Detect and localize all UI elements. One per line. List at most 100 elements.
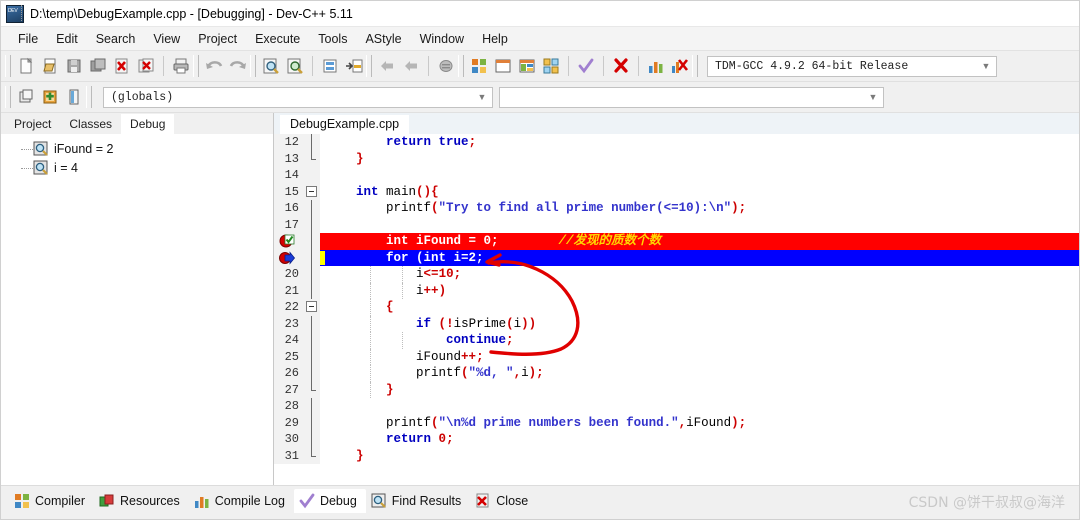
code-line-text[interactable]: for (int i=2; bbox=[320, 249, 1079, 266]
code-line-text[interactable]: return true; bbox=[320, 134, 1079, 151]
line-number-gutter[interactable]: 22 bbox=[274, 299, 304, 316]
code-line-text[interactable]: int main(){ bbox=[320, 184, 1079, 201]
line-number-gutter[interactable]: 16 bbox=[274, 200, 304, 217]
watch-item[interactable]: i = 4 bbox=[1, 158, 273, 177]
new-file-icon[interactable] bbox=[14, 54, 38, 78]
compiler-select[interactable]: TDM-GCC 4.9.2 64-bit Release ▼ bbox=[707, 55, 997, 77]
fold-column[interactable] bbox=[304, 348, 320, 365]
code-line-text[interactable]: { bbox=[320, 299, 1079, 316]
code-line-text[interactable]: } bbox=[320, 151, 1079, 168]
line-number-gutter[interactable]: 21 bbox=[274, 282, 304, 299]
code-line[interactable]: 13 } bbox=[274, 150, 1079, 168]
tab-project[interactable]: Project bbox=[5, 114, 61, 134]
line-number-gutter[interactable]: 28 bbox=[274, 398, 304, 415]
line-number-gutter[interactable] bbox=[274, 233, 304, 250]
code-line-text[interactable]: int iFound = 0; //发现的质数个数 bbox=[320, 233, 1079, 250]
code-line[interactable]: 30 return 0; bbox=[274, 431, 1079, 448]
save-all-icon[interactable] bbox=[86, 54, 110, 78]
menu-window[interactable]: Window bbox=[411, 30, 473, 48]
toolbar-grip-5[interactable] bbox=[458, 55, 464, 77]
bottom-tab-find-results[interactable]: Find Results bbox=[366, 489, 470, 513]
bottom-tab-compile-log[interactable]: Compile Log bbox=[189, 489, 294, 513]
code-line[interactable]: 12 return true; bbox=[274, 134, 1079, 151]
fold-column[interactable] bbox=[304, 266, 320, 283]
syntax-check-icon[interactable] bbox=[574, 54, 598, 78]
toolbar-grip[interactable] bbox=[5, 55, 11, 77]
stop-execution-icon[interactable] bbox=[609, 54, 633, 78]
bottom-tab-debug[interactable]: Debug bbox=[293, 489, 366, 513]
code-line[interactable]: int iFound = 0; //发现的质数个数 bbox=[274, 233, 1079, 250]
code-line[interactable]: 22 { bbox=[274, 299, 1079, 316]
line-number-gutter[interactable]: 29 bbox=[274, 414, 304, 431]
fold-column[interactable] bbox=[304, 332, 320, 349]
fold-column[interactable] bbox=[304, 365, 320, 382]
profile-icon[interactable] bbox=[644, 54, 668, 78]
add-to-project-icon[interactable] bbox=[38, 85, 62, 109]
code-line-text[interactable]: i<=10; bbox=[320, 266, 1079, 283]
close-file-icon[interactable] bbox=[110, 54, 134, 78]
code-line[interactable]: 20 i<=10; bbox=[274, 266, 1079, 283]
fold-toggle-icon[interactable] bbox=[306, 301, 317, 312]
watch-item[interactable]: iFound = 2 bbox=[1, 139, 273, 158]
find-icon[interactable] bbox=[259, 54, 283, 78]
line-number-gutter[interactable]: 13 bbox=[274, 150, 304, 167]
toolbar-grip-2[interactable] bbox=[193, 55, 199, 77]
fold-column[interactable] bbox=[304, 447, 320, 464]
code-line-text[interactable]: } bbox=[320, 381, 1079, 398]
code-line[interactable]: 21 i++) bbox=[274, 282, 1079, 299]
code-line[interactable]: 29 printf("\n%d prime numbers been found… bbox=[274, 414, 1079, 431]
close-all-icon[interactable] bbox=[134, 54, 158, 78]
delete-profile-icon[interactable] bbox=[668, 54, 692, 78]
code-line[interactable]: 26 printf("%d, ",i); bbox=[274, 365, 1079, 382]
tab-debugexample-cpp[interactable]: DebugExample.cpp bbox=[280, 115, 410, 134]
fold-column[interactable] bbox=[304, 282, 320, 299]
line-number-gutter[interactable]: 26 bbox=[274, 365, 304, 382]
code-line-text[interactable]: printf("Try to find all prime number(<=1… bbox=[320, 200, 1079, 217]
code-line[interactable]: 14 bbox=[274, 167, 1079, 184]
toggle-breakpoint-icon[interactable] bbox=[434, 54, 458, 78]
fold-column[interactable] bbox=[304, 315, 320, 332]
toolbar2-grip-2[interactable] bbox=[86, 86, 92, 108]
fold-toggle-icon[interactable] bbox=[306, 185, 317, 197]
menu-edit[interactable]: Edit bbox=[47, 30, 87, 48]
code-line-text[interactable]: if (!isPrime(i)) bbox=[320, 315, 1079, 332]
line-number-gutter[interactable]: 31 bbox=[274, 447, 304, 464]
tab-classes[interactable]: Classes bbox=[60, 114, 122, 134]
code-line-text[interactable] bbox=[320, 167, 1079, 184]
code-line[interactable]: 25 iFound++; bbox=[274, 348, 1079, 365]
goto-function-icon[interactable] bbox=[342, 54, 366, 78]
code-line[interactable]: 31 } bbox=[274, 447, 1079, 464]
code-line[interactable]: 16 printf("Try to find all prime number(… bbox=[274, 200, 1079, 217]
member-select[interactable]: ▼ bbox=[499, 86, 884, 108]
fold-column[interactable] bbox=[304, 431, 320, 448]
line-number-gutter[interactable]: 27 bbox=[274, 381, 304, 398]
back-icon[interactable] bbox=[375, 54, 399, 78]
line-number-gutter[interactable]: 14 bbox=[274, 167, 304, 184]
run-icon[interactable] bbox=[491, 54, 515, 78]
goto-line-icon[interactable] bbox=[318, 54, 342, 78]
fold-column[interactable] bbox=[304, 183, 320, 200]
menu-astyle[interactable]: AStyle bbox=[356, 30, 410, 48]
forward-icon[interactable] bbox=[399, 54, 423, 78]
redo-icon[interactable] bbox=[226, 54, 250, 78]
code-line[interactable]: 23 if (!isPrime(i)) bbox=[274, 315, 1079, 332]
line-number-gutter[interactable]: 30 bbox=[274, 431, 304, 448]
fold-column[interactable] bbox=[304, 233, 320, 250]
tab-debug[interactable]: Debug bbox=[121, 114, 175, 134]
menu-execute[interactable]: Execute bbox=[246, 30, 309, 48]
toolbar2-grip[interactable] bbox=[5, 86, 11, 108]
code-line-text[interactable] bbox=[320, 217, 1079, 234]
bottom-tab-close[interactable]: Close bbox=[470, 489, 537, 513]
line-number-gutter[interactable]: 24 bbox=[274, 332, 304, 349]
bottom-tab-compiler[interactable]: Compiler bbox=[9, 489, 94, 513]
code-line[interactable]: for (int i=2; bbox=[274, 249, 1079, 266]
code-line-text[interactable]: iFound++; bbox=[320, 348, 1079, 365]
fold-column[interactable] bbox=[304, 167, 320, 184]
menu-view[interactable]: View bbox=[144, 30, 189, 48]
line-number-gutter[interactable]: 25 bbox=[274, 348, 304, 365]
fold-column[interactable] bbox=[304, 381, 320, 398]
bottom-tab-resources[interactable]: Resources bbox=[94, 489, 189, 513]
code-line-text[interactable]: continue; bbox=[320, 332, 1079, 349]
fold-column[interactable] bbox=[304, 134, 320, 151]
fold-column[interactable] bbox=[304, 398, 320, 415]
